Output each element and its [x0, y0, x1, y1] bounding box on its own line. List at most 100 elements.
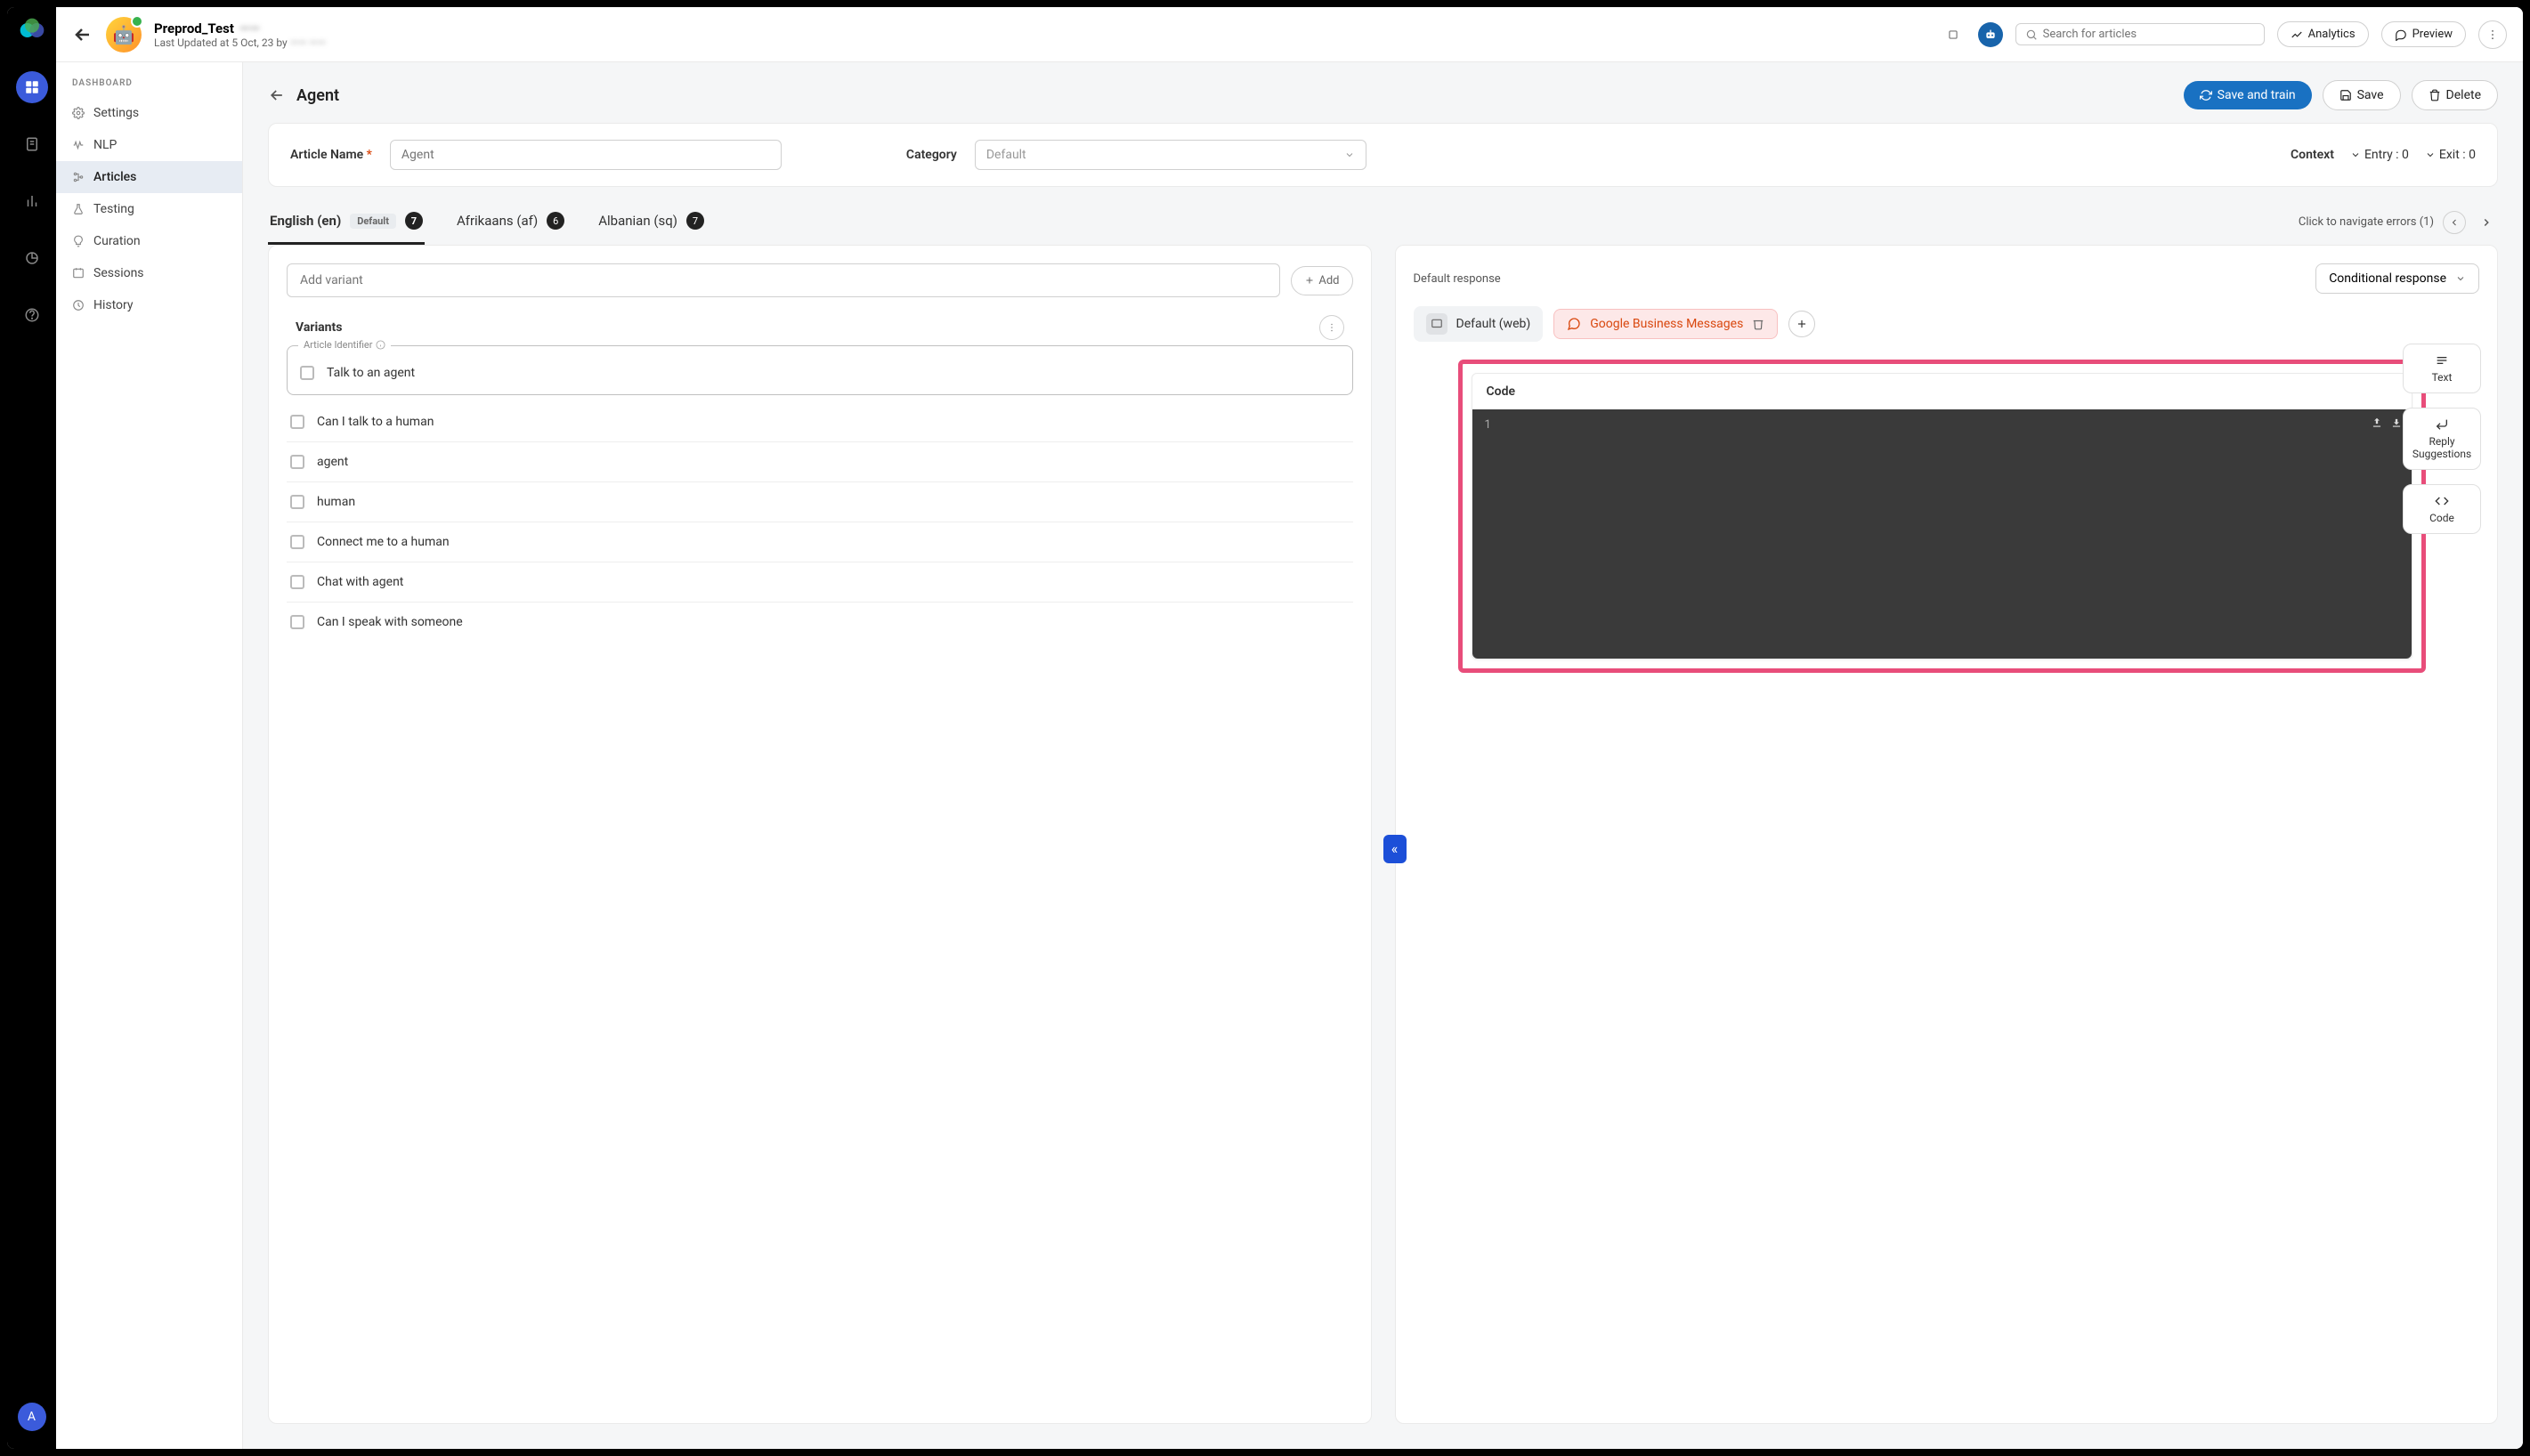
- lang-tab-albanian[interactable]: Albanian (sq) 7: [596, 199, 706, 245]
- analytics-label: Analytics: [2308, 28, 2356, 41]
- add-btn-label: Add: [1318, 274, 1339, 287]
- variants-heading: Variants: [296, 320, 342, 335]
- more-menu-button[interactable]: [2478, 20, 2507, 49]
- delete-button[interactable]: Delete: [2412, 80, 2498, 110]
- article-identifier-box: Article Identifier Talk to an agent: [287, 345, 1353, 395]
- channel-default[interactable]: Default (web): [1414, 306, 1544, 342]
- back-button[interactable]: [72, 24, 93, 45]
- channel-gbm[interactable]: Google Business Messages: [1553, 309, 1778, 339]
- download-icon[interactable]: [2390, 417, 2403, 429]
- variant-checkbox[interactable]: [290, 615, 304, 629]
- upload-icon[interactable]: [2371, 417, 2383, 429]
- tool-code[interactable]: Code: [2403, 484, 2481, 534]
- rail-dashboard-icon[interactable]: [16, 71, 48, 103]
- sidebar-label: Curation: [93, 234, 141, 248]
- article-name-input[interactable]: [390, 140, 782, 170]
- variant-checkbox[interactable]: [290, 535, 304, 549]
- lang-tab-afrikaans[interactable]: Afrikaans (af) 6: [455, 199, 566, 245]
- variant-row[interactable]: human: [287, 482, 1353, 522]
- chevron-down-icon: [2350, 150, 2361, 160]
- category-select[interactable]: Default: [975, 140, 1366, 170]
- response-tools: Text Reply Suggestions Code: [2403, 344, 2481, 534]
- error-prev-button[interactable]: [2443, 211, 2466, 234]
- rail-help-icon[interactable]: [16, 299, 48, 331]
- sidebar-item-nlp[interactable]: NLP: [56, 129, 242, 161]
- lang-name: English (en): [270, 213, 341, 229]
- variant-row[interactable]: Can I speak with someone: [287, 603, 1353, 642]
- add-variant-input[interactable]: [287, 263, 1280, 297]
- lang-name: Albanian (sq): [598, 213, 677, 229]
- variant-row[interactable]: agent: [287, 442, 1353, 482]
- default-response-label: Default response: [1414, 272, 1501, 286]
- variant-text: Can I speak with someone: [317, 615, 463, 629]
- sidebar-item-history[interactable]: History: [56, 289, 242, 321]
- tree-icon: [72, 171, 85, 183]
- save-train-label: Save and train: [2218, 88, 2296, 102]
- entry-label: Entry : 0: [2364, 148, 2409, 162]
- rail-analytics-icon[interactable]: [16, 185, 48, 217]
- sidebar-item-articles[interactable]: Articles: [56, 161, 242, 193]
- language-tabs: English (en) Default 7 Afrikaans (af) 6 …: [243, 199, 2523, 245]
- add-variant-button[interactable]: Add: [1291, 266, 1352, 295]
- assistant-icon[interactable]: [1978, 22, 2003, 47]
- tool-reply-label: Reply Suggestions: [2411, 435, 2473, 460]
- search-box[interactable]: [2015, 23, 2265, 45]
- exit-link[interactable]: Exit : 0: [2425, 148, 2476, 162]
- history-icon: [72, 299, 85, 311]
- more-vert-icon: [1326, 322, 1337, 333]
- channel-delete-button[interactable]: [1752, 318, 1764, 330]
- code-editor[interactable]: 1: [1472, 409, 2412, 659]
- last-updated-author: —— ——: [290, 36, 326, 49]
- variants-more-button[interactable]: [1319, 315, 1344, 340]
- lang-count-badge: 7: [405, 212, 423, 230]
- variant-row[interactable]: Connect me to a human: [287, 522, 1353, 562]
- variant-checkbox[interactable]: [290, 415, 304, 429]
- search-input[interactable]: [2043, 28, 2255, 41]
- collapse-handle[interactable]: «: [1383, 835, 1407, 863]
- error-next-button[interactable]: [2475, 211, 2498, 234]
- lang-count-badge: 7: [686, 212, 704, 230]
- lang-tab-english[interactable]: English (en) Default 7: [268, 199, 425, 245]
- bot-name: Preprod_Test: [154, 20, 234, 36]
- variant-text: Can I talk to a human: [317, 415, 434, 429]
- topbar: 🤖 Preprod_Test—— Last Updated at 5 Oct, …: [56, 7, 2523, 62]
- minimize-icon[interactable]: [1941, 22, 1966, 47]
- page-back-button[interactable]: [268, 86, 286, 104]
- chat-icon: [2395, 28, 2407, 41]
- entry-link[interactable]: Entry : 0: [2350, 148, 2409, 162]
- variant-checkbox[interactable]: [290, 495, 304, 509]
- plus-icon: [1304, 275, 1315, 286]
- user-avatar[interactable]: A: [18, 1403, 46, 1431]
- last-updated-prefix: Last Updated at 5 Oct, 23 by: [154, 36, 290, 49]
- variant-checkbox[interactable]: [290, 455, 304, 469]
- analytics-button[interactable]: Analytics: [2277, 21, 2369, 47]
- trash-icon: [2429, 89, 2441, 101]
- variant-row[interactable]: Can I talk to a human: [287, 402, 1353, 442]
- bot-title-block: Preprod_Test—— Last Updated at 5 Oct, 23…: [154, 20, 326, 49]
- exit-label: Exit : 0: [2439, 148, 2476, 162]
- rail-doc-icon[interactable]: [16, 128, 48, 160]
- tool-reply-suggestions[interactable]: Reply Suggestions: [2403, 408, 2481, 470]
- variant-row[interactable]: Chat with agent: [287, 562, 1353, 603]
- variant-checkbox[interactable]: [300, 366, 314, 380]
- code-line-number: 1: [1485, 418, 1491, 432]
- save-train-button[interactable]: Save and train: [2184, 81, 2312, 109]
- lang-name: Afrikaans (af): [457, 213, 538, 229]
- rail-pie-icon[interactable]: [16, 242, 48, 274]
- save-button[interactable]: Save: [2323, 80, 2401, 110]
- preview-button[interactable]: Preview: [2381, 21, 2466, 47]
- more-vert-icon: [2486, 28, 2499, 41]
- conditional-response-select[interactable]: Conditional response: [2315, 263, 2479, 294]
- sidebar-item-testing[interactable]: Testing: [56, 193, 242, 225]
- tool-text-label: Text: [2432, 371, 2453, 384]
- sidebar-item-sessions[interactable]: Sessions: [56, 257, 242, 289]
- sidebar-item-curation[interactable]: Curation: [56, 225, 242, 257]
- error-nav: Click to navigate errors (1): [2299, 211, 2498, 234]
- variant-checkbox[interactable]: [290, 575, 304, 589]
- tool-text[interactable]: Text: [2403, 344, 2481, 393]
- code-icon: [2435, 494, 2449, 508]
- conditional-response-label: Conditional response: [2329, 271, 2446, 286]
- info-icon: [376, 340, 385, 350]
- sidebar-item-settings[interactable]: Settings: [56, 97, 242, 129]
- add-channel-button[interactable]: [1788, 311, 1815, 337]
